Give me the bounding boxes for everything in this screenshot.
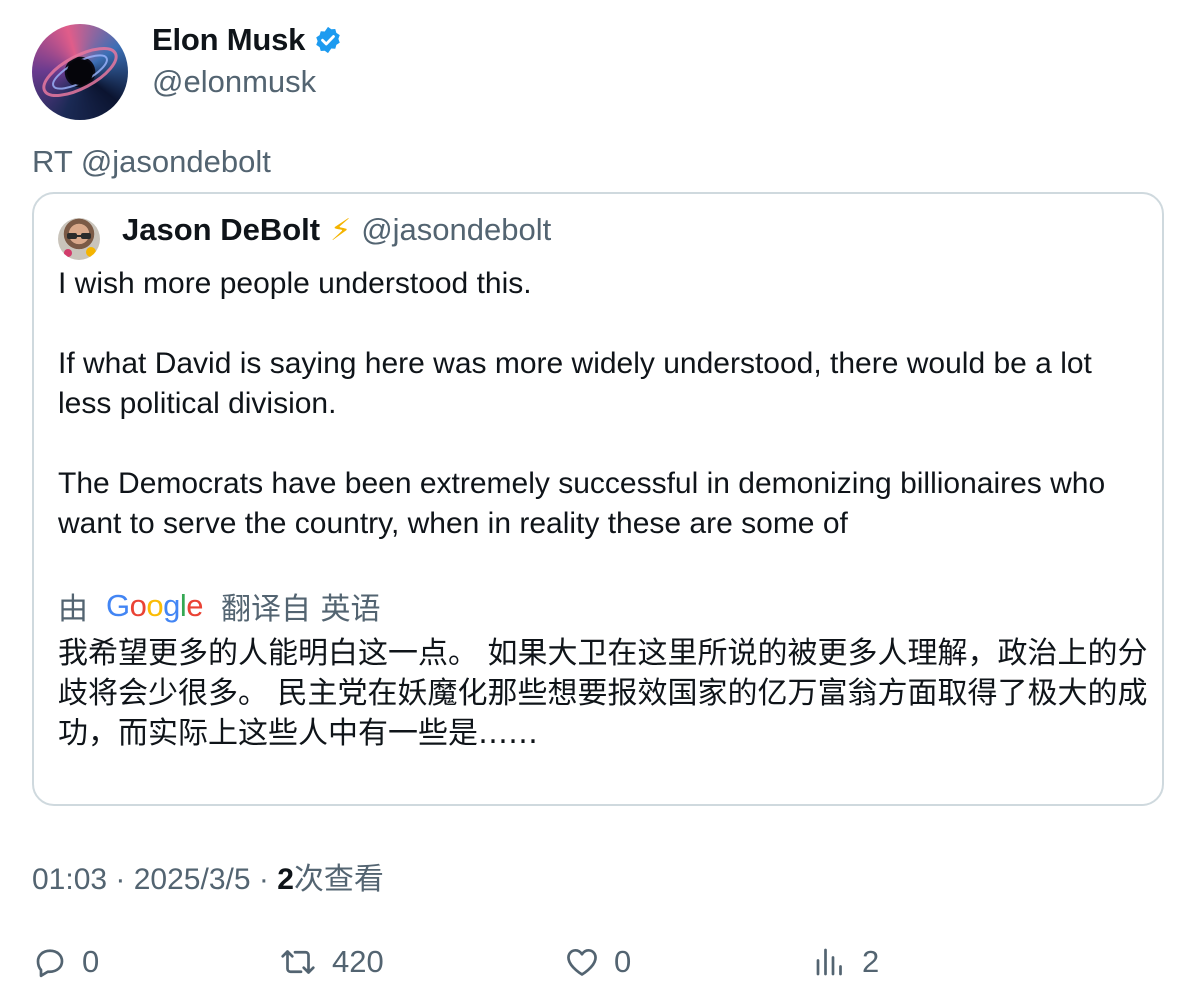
quoted-author-name[interactable]: Jason DeBolt <box>122 212 320 248</box>
reply-icon <box>36 949 64 978</box>
tweet-date[interactable]: 2025/3/5 <box>134 863 251 896</box>
views-button[interactable]: 2 <box>812 940 879 984</box>
quoted-author-avatar[interactable] <box>58 218 100 260</box>
meta-separator: · <box>107 863 134 896</box>
views-action-count: 2 <box>862 944 880 979</box>
google-logo: Google <box>106 588 204 623</box>
tweet-time[interactable]: 01:03 <box>32 863 107 896</box>
translation-attribution: 由 Google 翻译自 英语 <box>58 584 381 628</box>
like-button[interactable]: 0 <box>564 940 631 984</box>
quoted-paragraph: If what David is saying here was more wi… <box>58 347 1092 420</box>
quoted-paragraph: I wish more people understood this. <box>58 267 532 300</box>
like-count: 0 <box>614 944 632 979</box>
translate-prefix: 由 <box>58 592 88 627</box>
author-name-text[interactable]: Elon Musk <box>152 22 305 58</box>
quoted-tweet-card[interactable]: Jason DeBolt ⚡ @jasondebolt I wish more … <box>32 192 1164 806</box>
meta-separator: · <box>250 863 278 896</box>
quoted-author-handle[interactable]: @jasondebolt <box>361 212 551 248</box>
retweet-count: 420 <box>332 944 384 979</box>
retweet-button[interactable]: 420 <box>278 940 384 984</box>
views-count: 2 <box>277 863 294 896</box>
lightning-emoji: ⚡ <box>330 214 352 247</box>
views-chart-icon <box>816 948 842 976</box>
translated-text: 我希望更多的人能明白这一点。 如果大卫在这里所说的被更多人理解，政治上的分歧将会… <box>58 636 1148 751</box>
reply-count: 0 <box>82 944 100 979</box>
tweet: Elon Musk @elonmusk RT @jasondebolt Jaso… <box>0 0 1196 1006</box>
retweet-icon <box>281 950 315 974</box>
quoted-paragraph: The Democrats have been extremely succes… <box>58 467 1106 540</box>
quoted-header: Jason DeBolt ⚡ @jasondebolt <box>122 212 551 248</box>
heart-icon <box>567 948 597 976</box>
retweet-text: RT @jasondebolt <box>32 144 271 179</box>
views-label: 次查看 <box>293 862 384 897</box>
quoted-tweet-text: I wish more people understood this. If w… <box>58 264 1144 544</box>
translate-suffix: 翻译自 英语 <box>221 592 381 627</box>
author-handle[interactable]: @elonmusk <box>152 64 316 100</box>
author-avatar[interactable] <box>32 24 128 120</box>
tweet-meta: 01:03 · 2025/3/5 · 2次查看 <box>32 854 384 898</box>
verified-badge-icon <box>316 26 340 54</box>
author-name[interactable]: Elon Musk <box>152 22 343 58</box>
reply-button[interactable]: 0 <box>32 940 99 984</box>
